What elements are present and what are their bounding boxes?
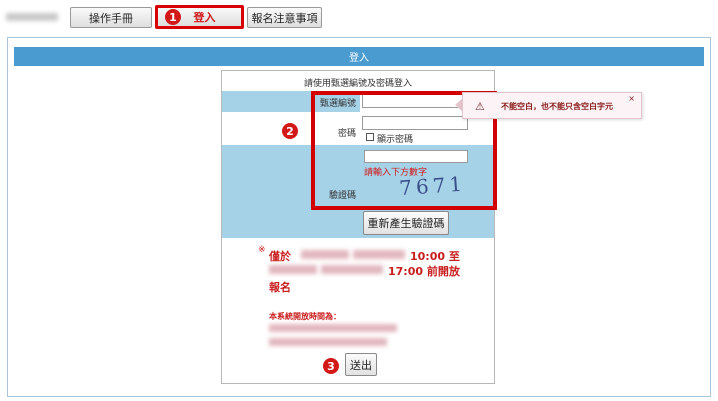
redacted-logo: [6, 13, 58, 21]
notice-mark: ※: [258, 245, 266, 255]
step-1-badge: 1: [165, 9, 181, 25]
tooltip-message: 不能空白，也不能只含空白字元: [501, 102, 613, 111]
notice-button[interactable]: 報名注意事項: [247, 7, 322, 28]
login-header-label: 登入: [349, 53, 369, 64]
manual-button-label: 操作手冊: [89, 11, 133, 25]
system-time-label: 本系統開放時間為：: [269, 312, 341, 321]
login-tab-label: 登入: [193, 11, 216, 24]
redacted-date-2: [353, 250, 405, 259]
redacted-time-1: [269, 324, 397, 332]
regenerate-captcha-label: 重新產生驗證碼: [367, 217, 445, 230]
tooltip-arrow: [455, 99, 462, 111]
step-2-number: 2: [286, 124, 294, 138]
notice-line3: 報名: [269, 281, 291, 294]
step-2-badge: 2: [282, 123, 298, 139]
login-instruction: 請使用甄選編號及密碼登入: [303, 79, 412, 89]
step-3-number: 3: [327, 359, 335, 373]
notice-line2-time: 17:00 前開放: [388, 265, 460, 278]
close-icon[interactable]: ×: [628, 94, 635, 103]
warning-icon: ⚠: [475, 100, 485, 113]
validation-tooltip: ⚠ 不能空白，也不能只含空白字元 ×: [462, 92, 642, 119]
redacted-time-2: [269, 338, 387, 346]
notice-button-label: 報名注意事項: [251, 11, 318, 25]
regenerate-captcha-button[interactable]: 重新產生驗證碼: [363, 211, 449, 235]
notice-line1-prefix: 僅於: [269, 250, 291, 263]
step-1-number: 1: [169, 10, 177, 24]
manual-button[interactable]: 操作手冊: [70, 7, 152, 28]
top-navigation: 操作手冊 登入 1 報名注意事項: [0, 0, 718, 34]
submit-button[interactable]: 送出: [345, 353, 377, 376]
step-3-badge: 3: [323, 358, 339, 374]
login-header-bar: 登入: [14, 47, 704, 66]
redacted-date-3: [269, 265, 317, 274]
notice-line1-time: 10:00 至: [410, 250, 460, 263]
redacted-date-1: [301, 250, 349, 259]
redacted-date-4: [321, 265, 383, 274]
submit-button-label: 送出: [350, 358, 372, 372]
